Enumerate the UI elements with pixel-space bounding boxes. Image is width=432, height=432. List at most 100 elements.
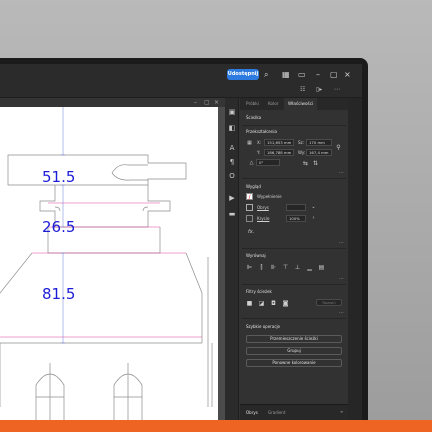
x-field[interactable]: 151,653 mm [264,139,294,146]
restore-icon[interactable]: ▢ [330,69,338,80]
artboard[interactable]: 51.5 26.5 81.5 [0,107,218,420]
x-label: X: [257,140,262,145]
align-center-v-icon[interactable]: ⊥ [294,264,301,271]
tab-gradient[interactable]: Gradient [268,410,285,415]
actions-icon[interactable]: ▶ [228,194,236,202]
appearance-title: Wygląd [246,184,261,189]
expand-button[interactable]: Rozwiń [316,299,342,306]
control-bar: ☷ ▯▸ ⋯ [0,84,362,98]
layers-icon[interactable]: ◧ [228,124,236,132]
more-options-icon[interactable]: ⋯ [339,240,344,246]
properties-panel: Próbki Kolor Właściwości Ścieżka Przeksz… [240,98,348,420]
lock-tab-lower [111,172,148,181]
selection-type: Ścieżka [246,115,262,120]
search-icon[interactable]: ⌕ [264,69,268,80]
panel-tabs: Próbki Kolor Właściwości [240,98,348,110]
character-icon[interactable]: A [228,144,236,152]
fill-label: Wypełnienie [257,194,282,199]
divider [242,284,346,285]
align-center-h-icon[interactable]: ⫿ [258,264,265,271]
workspace-icon[interactable]: ▦ [282,69,290,80]
window-right [113,363,143,420]
divider [242,318,346,319]
divider [242,178,346,179]
unite-icon[interactable]: ■ [246,300,253,307]
offset-path-button[interactable]: Przemieszczenie ścieżki [246,335,342,343]
quick-actions-title: Szybkie operacje [246,324,281,329]
pathfinder-title: Filtry ścieżek [246,289,272,294]
doc-minimize-icon[interactable]: – [194,98,197,107]
intersect-icon[interactable]: ◘ [270,300,277,307]
align-left-icon[interactable]: ⊫ [246,264,253,271]
dieline-drawing [0,107,213,420]
align-right-icon[interactable]: ⊪ [270,264,277,271]
opacity-icon [246,215,253,222]
align-to-icon[interactable]: ▤ [318,264,325,271]
panel-toggle-icon[interactable]: ▯▸ [316,86,322,93]
illustrator-window: Udostępnij ⌕ ▦ ▭ – ▢ × ☷ ▯▸ ⋯ – ▢ × 51.5… [0,64,362,420]
tab-swatches[interactable]: Próbki [246,98,259,110]
reference-point-icon[interactable]: ▦ [246,140,253,147]
more-icon[interactable]: ⋯ [334,86,340,93]
dimension-label-middle: 26.5 [42,218,76,236]
doc-close-icon[interactable]: × [214,98,219,107]
divider [242,248,346,249]
flip-vertical-icon[interactable]: ⇅ [312,160,319,167]
stroke-swatch[interactable] [246,204,253,211]
constrain-proportions-icon[interactable]: ⚲ [335,144,342,151]
align-top-icon[interactable]: ⊤ [282,264,289,271]
angle-field[interactable]: 0° [256,159,280,166]
width-field[interactable]: 170 mm [306,139,332,146]
height-field[interactable]: 167,4 mm [306,149,332,156]
align-bottom-icon[interactable]: ▁ [306,264,313,271]
stroke-label[interactable]: Obrys [257,205,269,210]
tab-stroke[interactable]: Obrys [246,410,258,415]
minimize-icon[interactable]: – [316,69,320,80]
y-field[interactable]: 186,788 mm [264,149,294,156]
comments-icon[interactable]: ▬ [228,210,236,218]
orange-banner [0,420,432,432]
exclude-icon[interactable]: ◙ [282,300,289,307]
flip-horizontal-icon[interactable]: ⇆ [302,160,309,167]
more-options-icon[interactable]: ⋯ [339,170,344,176]
window-icon[interactable]: ▭ [298,69,306,80]
window-left [35,363,65,420]
group-button[interactable]: Grupuj [246,347,342,355]
panel-menu-icon[interactable]: ≡ [340,409,343,414]
align-title: Wyrównaj [246,253,266,258]
tab-properties[interactable]: Właściwości [284,98,318,110]
stroke-weight-field[interactable] [286,204,306,211]
lock-tab [111,164,148,174]
opentype-icon[interactable]: O [228,172,236,180]
opacity-label[interactable]: Krycie [257,216,269,221]
h-label: Wy: [298,150,306,155]
front-panel [0,252,203,344]
close-icon[interactable]: × [344,69,351,80]
recolor-button[interactable]: Ponowne kolorowanie [246,359,342,367]
w-label: Sz: [298,140,304,145]
more-options-icon[interactable]: ⋯ [339,310,344,316]
dimension-label-top: 51.5 [42,168,76,186]
doc-restore-icon[interactable]: ▢ [204,98,210,107]
paragraph-icon[interactable]: ¶ [228,158,236,166]
opacity-field[interactable]: 100% [286,215,306,222]
chevron-right-icon[interactable]: › [310,215,317,222]
libraries-icon[interactable]: ▣ [228,108,236,116]
more-options-icon[interactable]: ⋯ [339,276,344,282]
top-panel-slot [54,206,149,212]
fx-button[interactable]: fx. [248,229,254,235]
top-flap [7,154,187,186]
tab-color[interactable]: Kolor [268,98,279,110]
share-button[interactable]: Udostępnij [227,69,259,80]
chevron-down-icon[interactable]: ⌄ [310,204,317,211]
arrange-icon[interactable]: ☷ [300,86,305,93]
y-label: Y: [257,150,261,155]
minus-front-icon[interactable]: ◪ [258,300,265,307]
rotate-icon: △ [249,160,254,166]
collapsed-panel-strip: ▣ ◧ A ¶ O ▶ ▬ [225,98,239,420]
canvas-scroll-gutter[interactable] [218,107,225,420]
fill-none-swatch[interactable]: / [246,193,253,201]
panel-dock-edge [348,98,362,420]
divider [242,125,346,126]
app-top-bar: Udostępnij ⌕ ▦ ▭ – ▢ × [0,64,362,84]
